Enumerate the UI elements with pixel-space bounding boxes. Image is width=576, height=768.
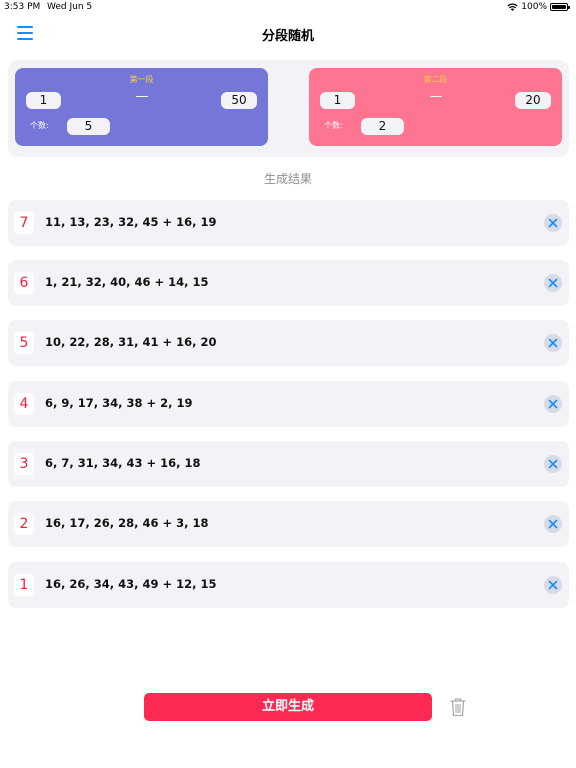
status-time: 3:53 PM <box>4 2 41 12</box>
result-row: 7 11, 13, 23, 32, 45 + 16, 19 <box>8 200 569 246</box>
range-dash: — <box>135 89 149 104</box>
result-row: 3 6, 7, 31, 34, 43 + 16, 18 <box>8 441 569 487</box>
page-title: 分段随机 <box>261 29 314 44</box>
result-numbers: 10, 22, 28, 31, 41 + 16, 20 <box>45 335 217 349</box>
close-icon[interactable] <box>544 334 562 352</box>
result-index: 6 <box>14 272 34 294</box>
result-numbers: 11, 13, 23, 32, 45 + 16, 19 <box>45 215 217 229</box>
result-numbers: 16, 17, 26, 28, 46 + 3, 18 <box>45 516 209 530</box>
result-index: 4 <box>14 393 34 415</box>
result-index: 7 <box>14 212 34 234</box>
close-icon[interactable] <box>544 455 562 473</box>
wifi-icon <box>507 3 518 11</box>
status-bar: 3:53 PM Wed Jun 5 100% <box>0 0 576 14</box>
result-numbers: 16, 26, 34, 43, 49 + 12, 15 <box>45 577 217 591</box>
result-row: 5 10, 22, 28, 31, 41 + 16, 20 <box>8 320 569 366</box>
trash-icon[interactable] <box>450 697 466 717</box>
close-icon[interactable] <box>544 576 562 594</box>
segment-min-input[interactable]: 1 <box>320 92 355 109</box>
battery-icon <box>550 3 570 11</box>
result-row: 6 1, 21, 32, 40, 46 + 14, 15 <box>8 260 569 306</box>
close-icon[interactable] <box>544 214 562 232</box>
result-index: 2 <box>14 513 34 535</box>
segment-card-second: 第二段 1 — 20 个数: 2 <box>309 68 562 146</box>
nav-bar: 分段随机 <box>0 14 576 54</box>
results-title: 生成结果 <box>263 172 312 186</box>
status-date: Wed Jun 5 <box>47 2 93 12</box>
segment-max-input[interactable]: 50 <box>221 92 257 109</box>
generate-button[interactable]: 立即生成 <box>144 693 432 721</box>
battery-percent: 100% <box>521 2 547 12</box>
close-icon[interactable] <box>544 395 562 413</box>
result-row: 1 16, 26, 34, 43, 49 + 12, 15 <box>8 562 569 608</box>
result-index: 5 <box>14 332 34 354</box>
segment-count-input[interactable]: 2 <box>361 118 404 135</box>
segment-max-input[interactable]: 20 <box>515 92 551 109</box>
result-index: 3 <box>14 453 34 475</box>
count-label: 个数: <box>30 121 49 130</box>
count-label: 个数: <box>324 121 343 130</box>
segment-card-first: 第一段 1 — 50 个数: 5 <box>15 68 268 146</box>
result-row: 4 6, 9, 17, 34, 38 + 2, 19 <box>8 381 569 427</box>
range-dash: — <box>429 89 443 104</box>
result-numbers: 6, 7, 31, 34, 43 + 16, 18 <box>45 456 201 470</box>
segment-title: 第二段 <box>423 75 448 84</box>
segment-count-input[interactable]: 5 <box>67 118 110 135</box>
status-right: 100% <box>507 0 570 14</box>
result-index: 1 <box>14 574 34 596</box>
close-icon[interactable] <box>544 274 562 292</box>
segment-title: 第一段 <box>129 75 154 84</box>
segment-min-input[interactable]: 1 <box>26 92 61 109</box>
close-icon[interactable] <box>544 515 562 533</box>
result-row: 2 16, 17, 26, 28, 46 + 3, 18 <box>8 501 569 547</box>
result-numbers: 6, 9, 17, 34, 38 + 2, 19 <box>45 396 193 410</box>
range-settings-panel: 第一段 1 — 50 个数: 5 第二段 1 — 20 个数: 2 <box>8 60 569 157</box>
result-numbers: 1, 21, 32, 40, 46 + 14, 15 <box>45 275 209 289</box>
